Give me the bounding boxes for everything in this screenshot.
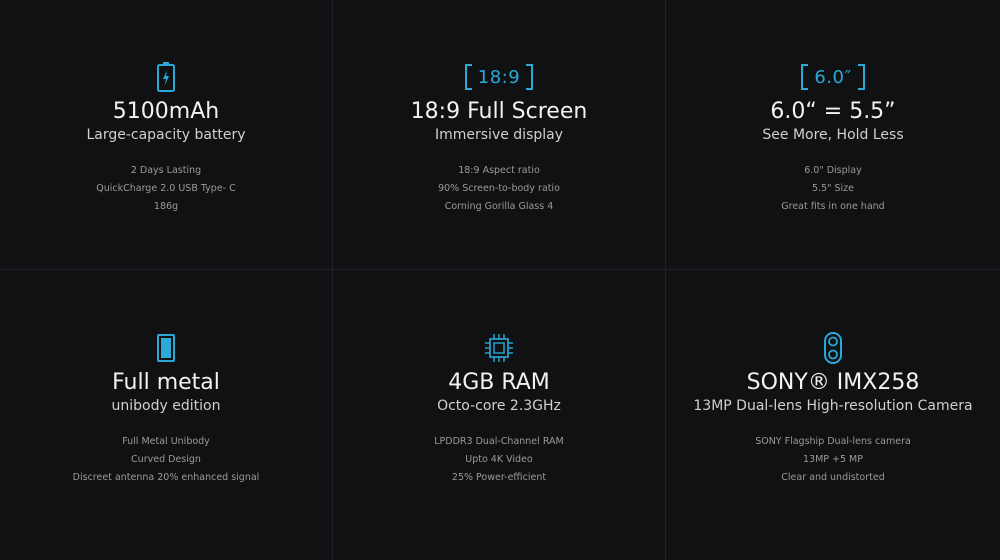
feature-card-size: 6.0″ 6.0“ = 5.5” See More, Hold Less 6.0…: [666, 0, 1000, 270]
feature-item: Upto 4K Video: [465, 454, 533, 465]
feature-item: Great fits in one hand: [781, 201, 885, 212]
feature-list: 18:9 Aspect ratio 90% Screen-to-body rat…: [333, 162, 665, 216]
feature-item: 18:9 Aspect ratio: [458, 165, 540, 176]
battery-charging-icon: [0, 60, 332, 94]
feature-list: LPDDR3 Dual-Channel RAM Upto 4K Video 25…: [333, 433, 665, 487]
feature-list: 2 Days Lasting QuickCharge 2.0 USB Type-…: [0, 162, 332, 216]
feature-list: 6.0" Display 5.5" Size Great fits in one…: [666, 162, 1000, 216]
screen-size-badge: 6.0″: [666, 60, 1000, 94]
feature-subtitle: Large-capacity battery: [86, 127, 246, 143]
feature-title: SONY® IMX258: [746, 370, 920, 395]
chip-icon: [333, 331, 665, 365]
feature-item: 2 Days Lasting: [130, 165, 202, 176]
feature-subtitle: 13MP Dual-lens High-resolution Camera: [693, 398, 973, 414]
feature-subtitle: Octo-core 2.3GHz: [437, 398, 561, 414]
feature-card-battery: 5100mAh Large-capacity battery 2 Days La…: [0, 0, 333, 270]
badge-text: 6.0″: [814, 66, 852, 88]
feature-item: 90% Screen-to-body ratio: [438, 183, 560, 194]
feature-title: Full metal: [112, 370, 220, 395]
feature-item: Full Metal Unibody: [122, 436, 210, 447]
feature-item: SONY Flagship Dual-lens camera: [755, 436, 911, 447]
feature-list: Full Metal Unibody Curved Design Discree…: [0, 433, 332, 487]
feature-subtitle: See More, Hold Less: [762, 127, 904, 143]
feature-title: 18:9 Full Screen: [410, 99, 588, 124]
feature-item: Discreet antenna 20% enhanced signal: [72, 472, 260, 483]
phone-body-icon: [0, 331, 332, 365]
feature-item: LPDDR3 Dual-Channel RAM: [434, 436, 564, 447]
dual-camera-icon: [666, 331, 1000, 365]
feature-item: Curved Design: [131, 454, 201, 465]
feature-title: 5100mAh: [112, 99, 220, 124]
feature-item: Clear and undistorted: [781, 472, 885, 483]
feature-title: 6.0“ = 5.5”: [770, 99, 896, 124]
feature-card-camera: SONY® IMX258 13MP Dual-lens High-resolut…: [666, 270, 1000, 560]
feature-grid: 5100mAh Large-capacity battery 2 Days La…: [0, 0, 1000, 560]
feature-item: QuickCharge 2.0 USB Type- C: [96, 183, 236, 194]
feature-card-body: Full metal unibody edition Full Metal Un…: [0, 270, 333, 560]
feature-item: 186g: [153, 201, 179, 212]
feature-title: 4GB RAM: [448, 370, 550, 395]
feature-item: 25% Power-efficient: [451, 472, 547, 483]
feature-item: 13MP +5 MP: [803, 454, 863, 465]
feature-subtitle: unibody edition: [111, 398, 221, 414]
feature-list: SONY Flagship Dual-lens camera 13MP +5 M…: [666, 433, 1000, 487]
feature-card-screen: 18:9 18:9 Full Screen Immersive display …: [333, 0, 666, 270]
feature-item: 6.0" Display: [804, 165, 862, 176]
aspect-ratio-badge: 18:9: [333, 60, 665, 94]
feature-item: Corning Gorilla Glass 4: [444, 201, 554, 212]
feature-item: 5.5" Size: [812, 183, 854, 194]
badge-text: 18:9: [477, 66, 521, 88]
feature-subtitle: Immersive display: [434, 127, 564, 143]
feature-card-ram: 4GB RAM Octo-core 2.3GHz LPDDR3 Dual-Cha…: [333, 270, 666, 560]
